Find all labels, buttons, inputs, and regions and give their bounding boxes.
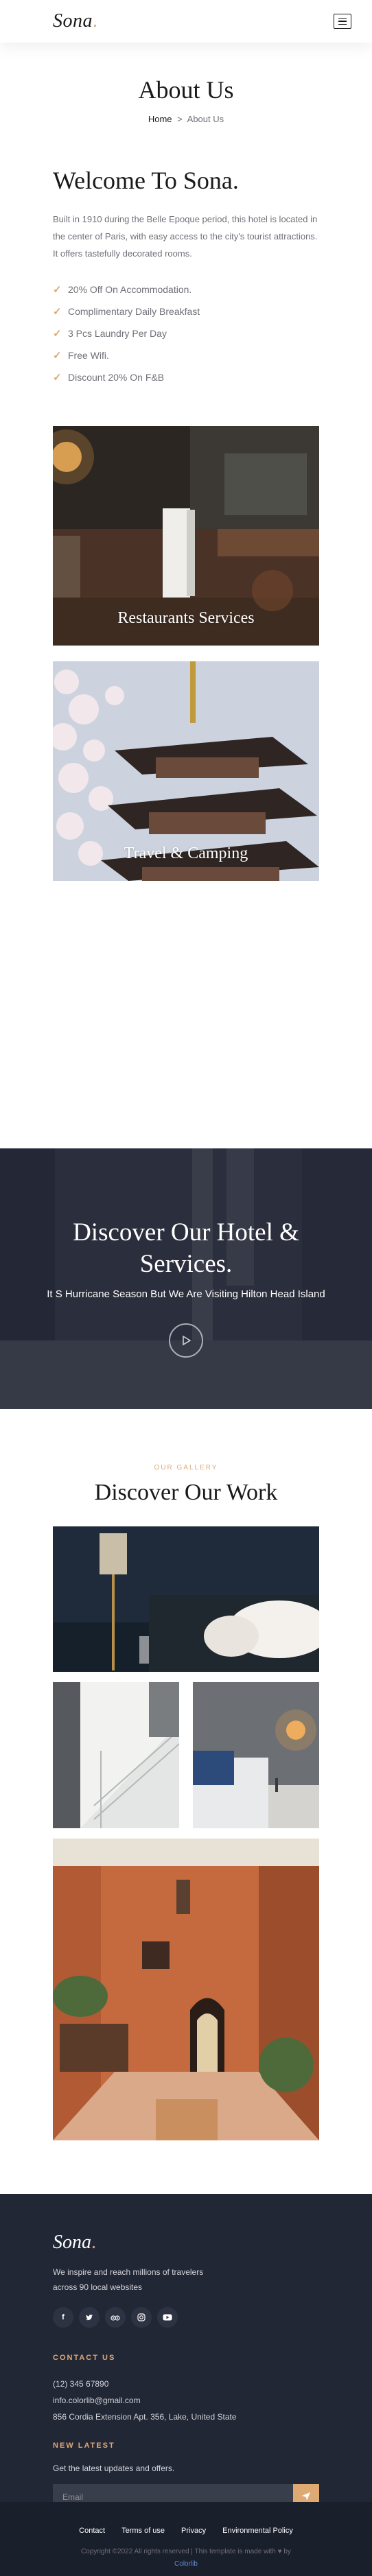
- gallery-section: Our Gallery Discover Our Work: [53, 1464, 319, 2140]
- tripadvisor-icon[interactable]: [105, 2307, 126, 2328]
- check-icon: ✓: [53, 284, 62, 296]
- instagram-icon[interactable]: [131, 2307, 152, 2328]
- footer-logo-dot: .: [91, 2232, 96, 2253]
- footer-link-environmental-policy[interactable]: Environmental Policy: [222, 2527, 293, 2535]
- check-icon: ✓: [53, 350, 62, 362]
- gallery-image-corridor[interactable]: [53, 1839, 319, 2140]
- heart-icon: ♥: [277, 2548, 282, 2555]
- restaurant-services-card[interactable]: Restaurants Services: [53, 426, 319, 646]
- feature-item: ✓ 3 Pcs Laundry Per Day: [53, 322, 319, 344]
- breadcrumb-home-link[interactable]: Home: [148, 114, 172, 124]
- check-icon: ✓: [53, 306, 62, 318]
- feature-label: Free Wifi.: [68, 350, 109, 362]
- video-title: Discover Our Hotel & Services.: [73, 1218, 299, 1278]
- feature-item: ✓ Discount 20% On F&B: [53, 366, 319, 388]
- gallery-subtitle: Our Gallery: [154, 1464, 218, 1472]
- check-icon: ✓: [53, 372, 62, 384]
- logo-text: Sona: [53, 10, 93, 32]
- twitter-icon[interactable]: [79, 2307, 100, 2328]
- service-label: Restaurants Services: [117, 609, 255, 628]
- facebook-icon[interactable]: f: [53, 2307, 73, 2328]
- play-icon[interactable]: [169, 1323, 203, 1358]
- newsletter-text: Get the latest updates and offers.: [53, 2463, 175, 2473]
- footer-logo[interactable]: Sona.: [53, 2232, 319, 2254]
- feature-label: Discount 20% On F&B: [68, 372, 165, 383]
- travel-camping-card[interactable]: Travel & Camping: [53, 661, 319, 882]
- colorlib-link[interactable]: Colorlib: [174, 2560, 198, 2568]
- contact-block: Contact Us (12) 345 67890 info.colorlib@…: [53, 2354, 319, 2425]
- feature-list: ✓ 20% Off On Accommodation. ✓ Complimentar…: [53, 279, 319, 388]
- social-links: f: [53, 2307, 319, 2328]
- page-title: About Us: [138, 76, 234, 104]
- footer-logo-text: Sona: [53, 2232, 91, 2253]
- breadcrumb-separator: >: [177, 114, 183, 124]
- contact-phone: (12) 345 67890: [53, 2379, 109, 2389]
- hamburger-menu-icon[interactable]: [334, 14, 351, 29]
- page: Sona. About Us Home > About Us Welcome T…: [0, 0, 372, 2576]
- copyright: Copyright ©2022 All rights reserved | Th…: [0, 2546, 372, 2571]
- feature-item: ✓ 20% Off On Accommodation.: [53, 279, 319, 300]
- youtube-icon[interactable]: [157, 2307, 178, 2328]
- feature-item: ✓ Complimentary Daily Breakfast: [53, 300, 319, 322]
- gallery-title: Discover Our Work: [94, 1480, 278, 1505]
- site-footer: Sona. We inspire and reach millions of t…: [0, 2194, 372, 2576]
- feature-label: Complimentary Daily Breakfast: [68, 306, 200, 318]
- about-paragraph: Built in 1910 during the Belle Epoque pe…: [53, 214, 318, 259]
- about-section: Welcome To Sona. Built in 1910 during th…: [0, 166, 372, 388]
- breadcrumb: Home > About Us: [0, 114, 372, 124]
- footer-link-privacy[interactable]: Privacy: [181, 2527, 206, 2535]
- services-section: Restaurants Services Travel & Camping: [0, 388, 372, 882]
- send-icon: [302, 2492, 310, 2501]
- site-logo[interactable]: Sona.: [53, 10, 98, 32]
- feature-item: ✓ Free Wifi.: [53, 344, 319, 366]
- feature-label: 3 Pcs Laundry Per Day: [68, 328, 167, 340]
- logo-dot: .: [93, 10, 98, 32]
- video-banner: Discover Our Hotel & Services. It S Hurr…: [0, 1148, 372, 1409]
- breadcrumb-section: About Us Home > About Us: [0, 43, 372, 166]
- footer-bottom: Contact Terms of use Privacy Environment…: [0, 2502, 372, 2576]
- breadcrumb-current: About Us: [187, 114, 224, 124]
- gallery-image-bedroom-lamp[interactable]: [53, 1526, 319, 1672]
- contact-address: 856 Cordia Extension Apt. 356, Lake, Uni…: [53, 2412, 237, 2422]
- copyright-by: by: [283, 2548, 291, 2555]
- feature-label: 20% Off On Accommodation.: [68, 284, 192, 296]
- site-header: Sona.: [0, 0, 372, 43]
- about-heading: Welcome To Sona.: [53, 167, 239, 194]
- footer-link-terms[interactable]: Terms of use: [121, 2527, 165, 2535]
- service-label: Travel & Camping: [124, 844, 248, 863]
- check-icon: ✓: [53, 328, 62, 340]
- newsletter-heading: New Latest: [53, 2442, 115, 2450]
- gallery-image-bedside[interactable]: [193, 1682, 319, 1828]
- contact-heading: Contact Us: [53, 2354, 116, 2362]
- gallery-image-staircase[interactable]: [53, 1682, 179, 1828]
- contact-email[interactable]: info.colorlib@gmail.com: [53, 2392, 319, 2409]
- footer-link-contact[interactable]: Contact: [79, 2527, 105, 2535]
- copyright-text: Copyright ©2022 All rights reserved | Th…: [81, 2548, 276, 2555]
- footer-description: We inspire and reach millions of travele…: [53, 2267, 204, 2292]
- footer-links: Contact Terms of use Privacy Environment…: [0, 2527, 372, 2535]
- video-subtitle: It S Hurricane Season But We Are Visitin…: [47, 1288, 325, 1300]
